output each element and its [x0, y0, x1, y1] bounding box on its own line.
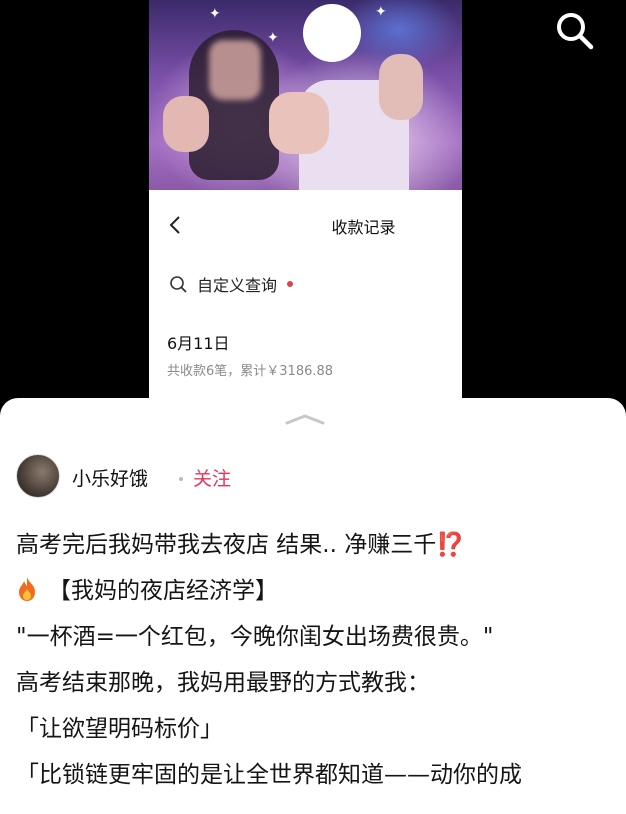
post-line: 高考结束那晚，我妈用最野的方式教我：	[16, 670, 430, 696]
drag-handle-icon[interactable]	[283, 412, 327, 426]
avatar[interactable]	[16, 454, 60, 498]
page-title: 收款记录	[331, 218, 396, 237]
notification-dot	[287, 281, 294, 287]
payment-records-page: 收款记录 自定义查询 6月11日 共收款6笔，累计￥3186.88	[149, 190, 462, 400]
record-date: 6月11日	[167, 334, 230, 353]
image-viewer: ✦ ✦ ✦ 收款记录 自定义查询 6月11日 共收款6笔，累计￥3186.88	[0, 0, 626, 400]
post-line: 「比锁链更牢固的是让全世界都知道——动你的成	[16, 762, 522, 788]
post-body: 高考完后我妈带我去夜店 结果.. 净赚三千⁉️ 【我妈的夜店经济学】 "一杯酒=…	[16, 522, 616, 798]
post-line: "一杯酒=一个红包，今晚你闺女出场费很贵。"	[16, 624, 494, 650]
embedded-screenshot: ✦ ✦ ✦ 收款记录 自定义查询 6月11日 共收款6笔，累计￥3186.88	[149, 0, 462, 400]
post-line-text: 【我妈的夜店经济学】	[48, 578, 278, 604]
post-line: 高考完后我妈带我去夜店 结果.. 净赚三千⁉️	[16, 532, 465, 558]
hand-gesture	[163, 96, 209, 152]
sparkle-icon: ✦	[267, 30, 279, 46]
author-name[interactable]: 小乐好饿	[72, 464, 148, 491]
custom-query-row: 自定义查询	[169, 272, 294, 296]
blurred-photo: ✦ ✦ ✦	[149, 0, 462, 190]
search-button[interactable]	[552, 8, 600, 52]
separator-dot	[179, 477, 183, 481]
post-sheet: 小乐好饿 关注 高考完后我妈带我去夜店 结果.. 净赚三千⁉️ 【我妈的夜店经济…	[0, 398, 626, 814]
pixelated-face	[209, 40, 261, 100]
custom-query-label: 自定义查询	[197, 276, 278, 295]
sparkle-icon: ✦	[209, 6, 221, 22]
record-summary: 共收款6笔，累计￥3186.88	[167, 364, 334, 379]
sparkle-icon: ✦	[375, 4, 387, 20]
follow-button[interactable]: 关注	[193, 464, 231, 491]
fire-icon	[19, 577, 35, 601]
post-line: 【我妈的夜店经济学】	[16, 568, 616, 614]
hand-gesture	[269, 92, 329, 154]
hand-gesture	[379, 54, 423, 120]
search-icon	[557, 13, 594, 50]
search-icon	[170, 276, 187, 293]
post-line: 「让欲望明码标价」	[16, 716, 223, 742]
face-cover-circle	[303, 4, 361, 62]
